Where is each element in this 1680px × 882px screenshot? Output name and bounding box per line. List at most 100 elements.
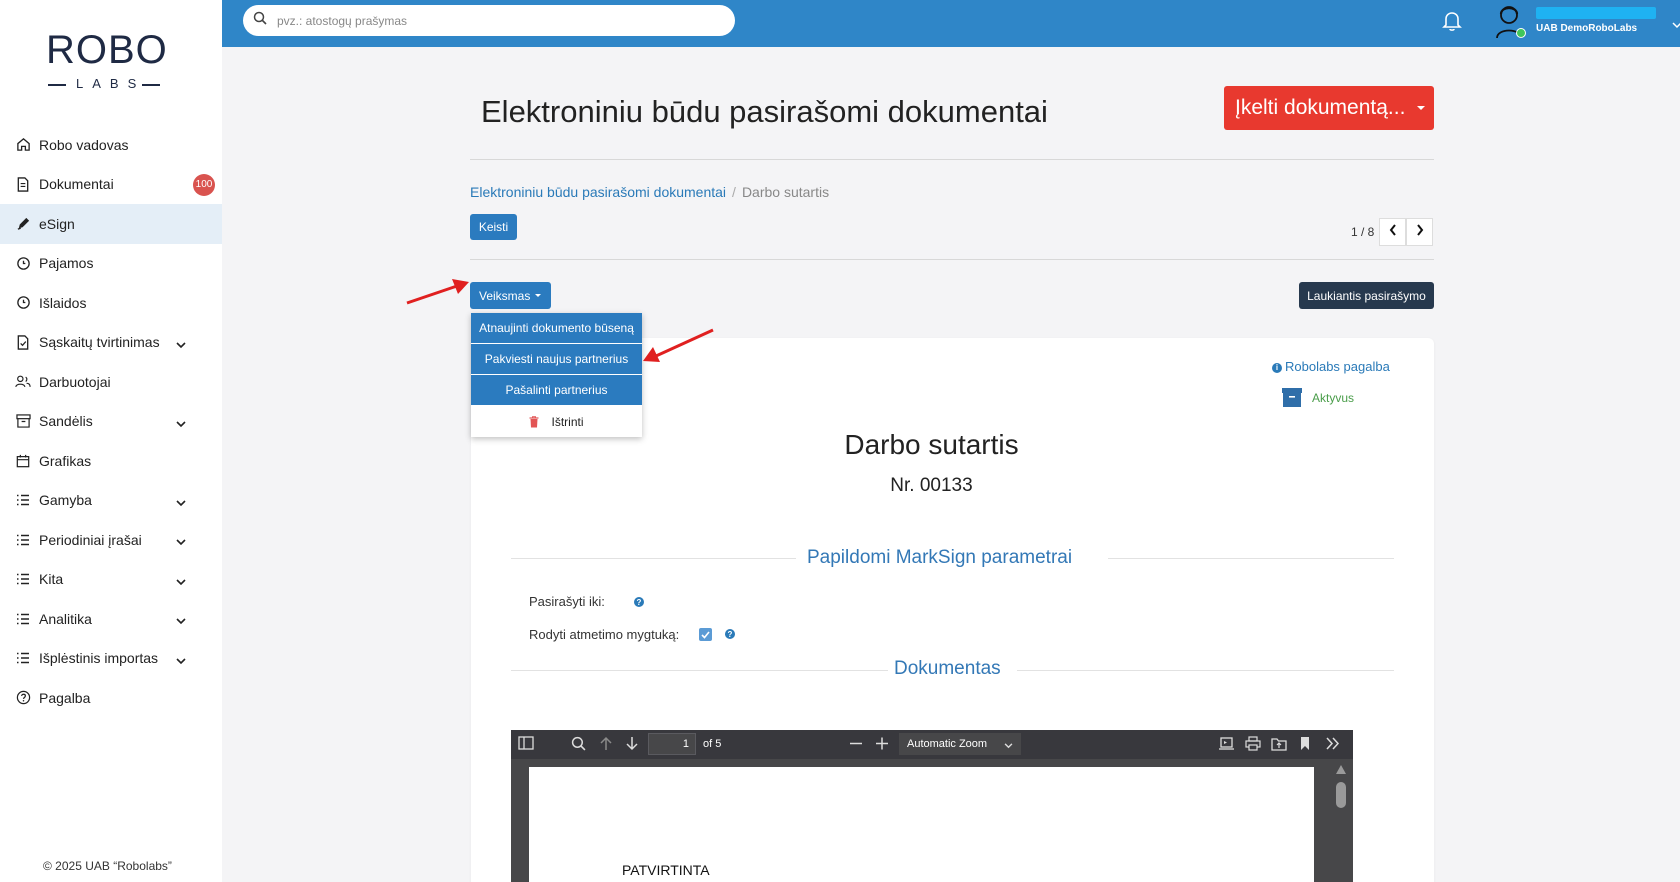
sign-until-label: Pasirašyti iki:	[529, 594, 605, 609]
sidebar-item-label: Darbuotojai	[39, 373, 111, 390]
document-title: Darbo sutartis	[844, 429, 1019, 460]
bell-icon[interactable]	[1442, 10, 1462, 37]
document-number: Nr. 00133	[890, 475, 973, 496]
document-icon	[15, 176, 31, 192]
help-link[interactable]: i Robolabs pagalba	[1272, 359, 1390, 374]
chevron-left-icon	[1389, 223, 1397, 241]
show-reject-checkbox[interactable]	[699, 628, 712, 641]
document-state: Aktyvus	[1312, 391, 1355, 405]
presentation-mode-icon[interactable]	[1219, 736, 1234, 756]
sidebar-item-dokumentai[interactable]: Dokumentai 100	[0, 165, 222, 205]
menu-item-refresh-status[interactable]: Atnaujinti dokumento būseną	[471, 313, 642, 344]
annotation-arrow-icon	[406, 279, 469, 305]
users-icon	[15, 374, 31, 390]
pdf-page-text: PATVIRTINTA	[622, 862, 710, 878]
company-name[interactable]: UAB DemoRoboLabs	[1536, 23, 1637, 34]
sidebar-item-label: Sandėlis	[39, 413, 93, 430]
chevron-down-icon	[176, 652, 186, 668]
sidebar-item-analitika[interactable]: Analitika	[0, 599, 222, 639]
breadcrumb-current: Darbo sutartis	[741, 184, 830, 200]
zoom-out-icon[interactable]	[849, 736, 863, 756]
action-dropdown-button[interactable]: Veiksmas	[470, 282, 551, 309]
next-page-button[interactable]	[1406, 218, 1433, 246]
sidebar-item-islaidos[interactable]: Išlaidos	[0, 283, 222, 323]
sidebar-item-isplestinis-importas[interactable]: Išplėstinis importas	[0, 639, 222, 679]
income-icon	[15, 255, 31, 271]
zoom-in-icon[interactable]	[875, 736, 889, 756]
page-title: Elektroniniu būdu pasirašomi dokumentai	[481, 94, 1048, 129]
info-icon: i	[1272, 363, 1282, 373]
search-icon[interactable]	[571, 736, 586, 756]
robolabs-logo[interactable]: ROBO LABS	[44, 28, 167, 91]
pdf-zoom-select[interactable]: Automatic Zoom	[899, 733, 1021, 755]
sidebar-item-robo-vadovas[interactable]: Robo vadovas	[0, 125, 222, 165]
chevron-down-icon	[176, 573, 186, 589]
arrow-down-icon[interactable]	[625, 736, 639, 756]
sidebar-item-periodiniai-irasai[interactable]: Periodiniai įrašai	[0, 520, 222, 560]
sidebar-item-label: Dokumentai	[39, 176, 114, 193]
trash-icon	[529, 415, 539, 428]
breadcrumb-parent-link[interactable]: Elektroniniu būdu pasirašomi dokumentai	[470, 184, 726, 200]
logo-labs-text: LABS	[76, 76, 146, 91]
chevron-down-icon	[1004, 740, 1013, 752]
sidebar-item-label: Išplėstinis importas	[39, 650, 159, 667]
bookmark-icon[interactable]	[1299, 736, 1311, 756]
section-title-document: Dokumentas	[894, 658, 1001, 679]
upload-document-button[interactable]: Įkelti dokumentą...	[1224, 86, 1434, 130]
pager-text: 1 / 8	[1351, 225, 1375, 239]
sidebar-nav: Robo vadovas Dokumentai 100 eSign Pajamo…	[0, 125, 222, 718]
menu-item-remove-partners[interactable]: Pašalinti partnerius	[471, 375, 642, 406]
scroll-up-icon[interactable]	[1336, 765, 1346, 774]
toolbar-divider	[470, 259, 1434, 260]
sidebar-item-label: Pajamos	[39, 255, 94, 272]
menu-item-invite-partners[interactable]: Pakviesti naujus partnerius	[471, 344, 642, 375]
user-avatar[interactable]	[1494, 2, 1528, 42]
archive-icon[interactable]	[1282, 388, 1302, 412]
online-status-dot	[1516, 28, 1526, 38]
menu-item-delete[interactable]: Ištrinti	[471, 406, 642, 437]
pdf-page: PATVIRTINTA	[529, 767, 1314, 882]
sidebar-item-pajamos[interactable]: Pajamos	[0, 244, 222, 284]
pdf-viewer: of 5 Automatic Zoom PATVIRTINTA	[511, 730, 1353, 882]
search-icon	[253, 11, 267, 30]
sidebar-item-esign[interactable]: eSign	[0, 204, 222, 244]
sidebar-item-pagalba[interactable]: Pagalba	[0, 678, 222, 718]
logo-robo-text: ROBO	[46, 28, 168, 72]
caret-down-icon	[535, 294, 541, 297]
top-bar: UAB DemoRoboLabs	[222, 0, 1680, 47]
question-icon[interactable]: ?	[725, 629, 735, 639]
sidebar-item-label: Periodiniai įrašai	[39, 531, 142, 548]
invoice-check-icon	[15, 334, 31, 350]
documents-count-badge: 100	[193, 173, 215, 196]
question-icon[interactable]: ?	[634, 597, 644, 607]
pdf-page-input[interactable]	[648, 733, 696, 755]
pdf-toolbar: of 5 Automatic Zoom	[511, 730, 1353, 759]
search-input[interactable]	[277, 13, 717, 28]
double-chevron-right-icon[interactable]	[1325, 736, 1341, 756]
menu-item-delete-label: Ištrinti	[551, 414, 584, 429]
previous-page-button[interactable]	[1379, 218, 1406, 246]
arrow-up-icon[interactable]	[599, 736, 613, 756]
upload-document-label: Įkelti dokumentą...	[1235, 96, 1406, 119]
open-file-icon[interactable]	[1271, 736, 1287, 756]
annotation-arrow-icon	[643, 328, 714, 362]
pdf-scrollbar[interactable]	[1334, 762, 1348, 882]
sidebar-item-label: eSign	[39, 215, 75, 232]
chevron-down-icon[interactable]	[1672, 16, 1680, 34]
sidebar-item-darbuotojai[interactable]: Darbuotojai	[0, 362, 222, 402]
print-icon[interactable]	[1245, 736, 1261, 756]
action-dropdown-menu: Atnaujinti dokumento būseną Pakviesti na…	[471, 313, 642, 437]
pdf-zoom-label: Automatic Zoom	[907, 738, 988, 750]
sidebar-item-kita[interactable]: Kita	[0, 560, 222, 600]
pen-icon	[15, 216, 31, 232]
sidebar-toggle-icon[interactable]	[518, 736, 534, 755]
user-name-redacted	[1536, 7, 1656, 19]
scrollbar-thumb[interactable]	[1336, 782, 1346, 808]
show-reject-label: Rodyti atmetimo mygtuką:	[529, 627, 680, 642]
edit-button[interactable]: Keisti	[470, 214, 517, 240]
chevron-down-icon	[176, 336, 186, 352]
search-box	[243, 5, 735, 36]
sidebar-item-saskaitu-tvirtinimas[interactable]: Sąskaitų tvirtinimas	[0, 323, 222, 363]
section-title-params: Papildomi MarkSign parametrai	[807, 547, 1073, 568]
list-icon	[15, 611, 31, 627]
